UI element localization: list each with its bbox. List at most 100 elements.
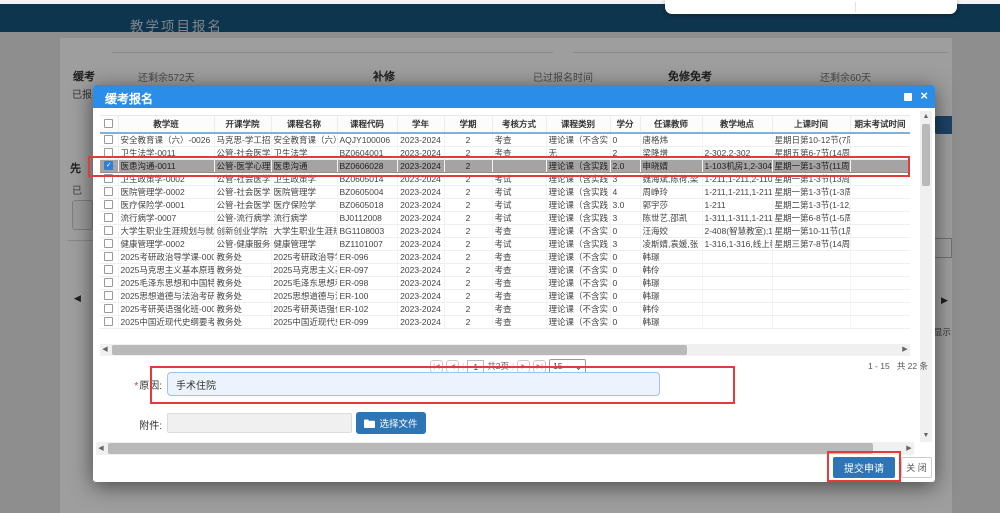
table-cell: 理论课（含实践 <box>546 237 610 250</box>
record-range: 1 - 15 <box>868 361 890 371</box>
modal-hscrollbar[interactable]: ◀ ▶ <box>96 442 914 455</box>
dialog-header[interactable]: 缓考报名 × <box>93 85 935 108</box>
reason-input[interactable] <box>167 372 660 396</box>
table-hscrollbar[interactable]: ◀ ▶ <box>100 344 910 356</box>
table-row[interactable]: 2025中国近现代史纲要考教务处2025中国近现代史ER-0992023-202… <box>100 315 910 328</box>
table-cell <box>702 276 772 289</box>
table-cell: 3 <box>610 211 640 224</box>
table-row[interactable]: 医疗保险学-0001公管-社会医学与卫医疗保险学BZ06050182023-20… <box>100 198 910 211</box>
row-checkbox[interactable] <box>104 265 113 274</box>
table-cell <box>850 263 910 276</box>
close-icon[interactable]: × <box>920 88 928 103</box>
table-row[interactable]: 卫生政策学-0002公管-社会医学与卫卫生政策学BZ06050142023-20… <box>100 172 910 185</box>
maximize-icon[interactable] <box>904 93 912 101</box>
choose-file-button[interactable]: 选择文件 <box>356 412 426 434</box>
table-cell: 1-211,1-211,2-110, <box>702 172 772 185</box>
table-row[interactable]: 2025马克思主义基本原理教务处2025马克思主义基ER-0972023-202… <box>100 263 910 276</box>
table-cell: 公管-流行病学教研 <box>214 211 271 224</box>
page-number-input[interactable]: 1 <box>467 360 484 373</box>
row-checkbox[interactable] <box>104 317 113 326</box>
scroll-up-icon[interactable]: ▲ <box>921 111 931 123</box>
table-row[interactable]: 2025考研政治导学课-000教务处2025考研政治导学ER-0962023-2… <box>100 250 910 263</box>
table-cell: 2 <box>610 146 640 159</box>
attachment-input[interactable] <box>167 413 352 433</box>
table-row[interactable]: 大学生职业生涯规划与就业创新创业学院（合署大学生职业生涯规划BG11080032… <box>100 224 910 237</box>
table-row[interactable]: 安全教育课（六）-0026马克思-学工招就安全教育课（六）AQJY1000062… <box>100 133 910 147</box>
table-cell: 考试 <box>492 211 546 224</box>
table-row[interactable]: 2025毛泽东思想和中国特教务处2025毛泽东思想和ER-0982023-202… <box>100 276 910 289</box>
prev-page-button[interactable]: ◀ <box>446 360 459 373</box>
table-cell: 2023-2024 <box>397 263 444 276</box>
modal-vscrollbar[interactable]: ▲ ▼ <box>920 111 932 442</box>
last-page-button[interactable]: ▶| <box>533 360 546 373</box>
table-row[interactable]: ✓医患沟通-0011公管-医学心理学教医患沟通BZ06060282023-202… <box>100 159 910 172</box>
table-cell: 韩璟 <box>640 250 702 263</box>
table-row[interactable]: 卫生法学-0011公管-社会医学与卫卫生法学BZ06040012023-2024… <box>100 146 910 159</box>
table-row[interactable]: 流行病学-0007公管-流行病学教研流行病学BJ01120082023-2024… <box>100 211 910 224</box>
row-checkbox[interactable]: ✓ <box>104 161 113 170</box>
table-cell: 医患沟通-0011 <box>118 159 214 172</box>
scroll-left-icon[interactable]: ◀ <box>96 442 106 455</box>
row-checkbox[interactable] <box>104 304 113 313</box>
table-cell: 2 <box>444 237 492 250</box>
table-cell: 0 <box>610 224 640 237</box>
table-cell: 星期一第10-11节(1周);星 <box>772 224 850 237</box>
row-checkbox[interactable] <box>104 174 113 183</box>
table-row[interactable]: 健康管理学-0002公管-健康服务与管健康管理学BZ11010072023-20… <box>100 237 910 250</box>
row-checkbox[interactable] <box>104 239 113 248</box>
table-cell: 理论课（不含实 <box>546 250 610 263</box>
table-cell: 1-311,1-311,1-211, <box>702 211 772 224</box>
row-checkbox[interactable] <box>104 252 113 261</box>
row-checkbox[interactable] <box>104 148 113 157</box>
row-checkbox[interactable] <box>104 200 113 209</box>
row-checkbox[interactable] <box>104 135 113 144</box>
table-cell: 考查 <box>492 289 546 302</box>
table-cell: 3 <box>610 237 640 250</box>
row-checkbox[interactable] <box>104 187 113 196</box>
table-row[interactable]: 2025思想道德与法治考研教务处2025思想道德与法ER-1002023-202… <box>100 289 910 302</box>
table-cell: 0 <box>610 315 640 328</box>
hscroll-thumb[interactable] <box>112 345 687 355</box>
hscroll-thumb[interactable] <box>108 443 873 454</box>
next-page-button[interactable]: ▶ <box>517 360 530 373</box>
scroll-right-icon[interactable]: ▶ <box>900 344 910 356</box>
checkbox-cell <box>100 276 118 289</box>
table-cell: 韩璟 <box>640 289 702 302</box>
table-cell: 卫生法学-0011 <box>118 146 214 159</box>
table-cell: BZ0606028 <box>337 159 397 172</box>
table-cell: 创新创业学院（合署 <box>214 224 271 237</box>
table-cell: 1-316,1-316,线上教 <box>702 237 772 250</box>
select-all-checkbox[interactable] <box>104 119 113 128</box>
first-page-button[interactable]: |◀ <box>430 360 443 373</box>
checkbox-cell <box>100 133 118 147</box>
submit-application-button[interactable]: 提交申请 <box>833 457 895 478</box>
table-cell: 韩璟 <box>640 315 702 328</box>
table-cell: 2023-2024 <box>397 185 444 198</box>
row-checkbox[interactable] <box>104 226 113 235</box>
table-cell: 教务处 <box>214 315 271 328</box>
table-cell: 周峥玲 <box>640 185 702 198</box>
scroll-down-icon[interactable]: ▼ <box>921 430 931 442</box>
table-cell: 2 <box>444 302 492 315</box>
table-row[interactable]: 2025考研英语强化班-000教务处2025考研英语强化ER-1022023-2… <box>100 302 910 315</box>
row-checkbox[interactable] <box>104 213 113 222</box>
row-checkbox[interactable] <box>104 278 113 287</box>
row-checkbox[interactable] <box>104 291 113 300</box>
table-cell: 2 <box>444 224 492 237</box>
table-cell: 理论课（不含实 <box>546 263 610 276</box>
table-row[interactable]: 医院管理学-0002公管-社会医学与卫医院管理学BZ06050042023-20… <box>100 185 910 198</box>
table-cell <box>772 263 850 276</box>
checkbox-cell <box>100 185 118 198</box>
table-cell: 2023-2024 <box>397 224 444 237</box>
vscroll-thumb[interactable] <box>922 124 930 186</box>
scroll-left-icon[interactable]: ◀ <box>100 344 110 356</box>
table-cell: 理论课（不含实 <box>546 224 610 237</box>
table-cell: 梁隆增 <box>640 146 702 159</box>
table-cell: 健康管理学-0002 <box>118 237 214 250</box>
scroll-right-icon[interactable]: ▶ <box>904 442 914 455</box>
table-cell: 医患沟通 <box>271 159 337 172</box>
table-cell: 考查 <box>492 276 546 289</box>
close-button[interactable]: 关 闭 <box>901 457 932 478</box>
table-cell: BG1108003 <box>337 224 397 237</box>
dialog-title: 缓考报名 <box>105 90 153 107</box>
